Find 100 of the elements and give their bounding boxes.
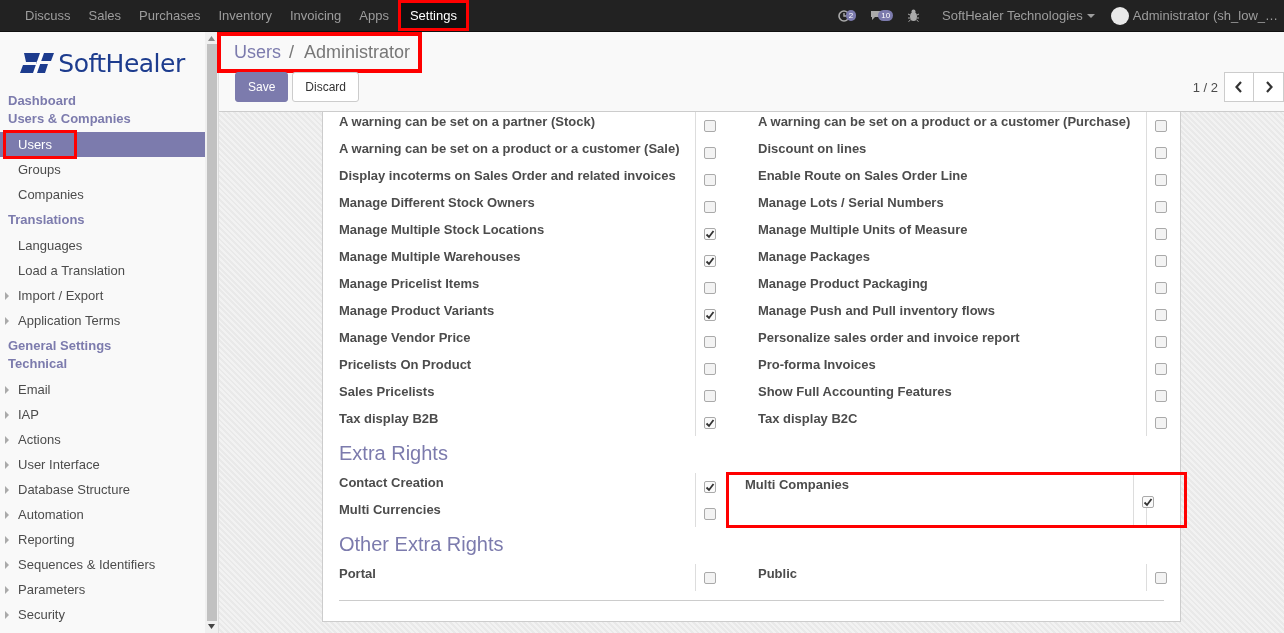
menu-item[interactable]: Settings [397, 0, 469, 31]
sidebar-item[interactable]: Companies [0, 182, 205, 207]
checkbox[interactable] [1155, 119, 1167, 132]
sidebar-item[interactable]: Email [0, 377, 205, 402]
expand-triangle-icon [5, 386, 9, 394]
option-label: Pricelists On Product [339, 357, 472, 372]
checkbox[interactable] [1155, 416, 1167, 429]
expand-triangle-icon [5, 461, 9, 469]
checkbox[interactable] [704, 173, 716, 186]
checkbox[interactable] [1155, 173, 1167, 186]
checkbox[interactable] [704, 281, 716, 294]
option-label: Contact Creation [339, 475, 444, 490]
sidebar-heading[interactable]: Users & Companies [0, 110, 205, 128]
checkbox[interactable] [704, 507, 716, 520]
sidebar-heading[interactable]: Translations [0, 211, 205, 229]
sidebar-item[interactable]: Database Structure [0, 477, 205, 502]
company-switcher[interactable]: SoftHealer Technologies [942, 8, 1095, 23]
checkbox[interactable] [1155, 335, 1167, 348]
option-label: Pro-forma Invoices [758, 357, 876, 372]
pager-value: 1 / 2 [1192, 79, 1218, 95]
checkbox[interactable] [1155, 389, 1167, 402]
section-title: Extra Rights [339, 442, 449, 465]
menu-item[interactable]: Sales [79, 0, 131, 31]
option-label: Manage Multiple Stock Locations [339, 222, 545, 237]
option-label: Multi Companies [745, 477, 849, 492]
expand-triangle-icon [5, 586, 9, 594]
sidebar-item[interactable]: IAP [0, 402, 205, 427]
checkbox[interactable] [704, 119, 716, 132]
checkbox[interactable] [704, 335, 716, 348]
checkbox[interactable] [704, 389, 716, 402]
sidebar-heading[interactable]: Technical [0, 355, 205, 373]
option-label: Public [758, 566, 797, 581]
checkbox[interactable] [704, 571, 716, 584]
sidebar-item[interactable]: Security [0, 602, 205, 627]
logo-text: SoftHealer [58, 48, 185, 78]
checkbox[interactable] [704, 200, 716, 213]
sidebar-item[interactable]: Sequences & Identifiers [0, 552, 205, 577]
checkbox[interactable] [1155, 281, 1167, 294]
checkbox[interactable] [704, 146, 716, 159]
option-label: A warning can be set on a product or a customer (Purchase) [758, 114, 1131, 129]
checkbox[interactable] [1142, 496, 1154, 508]
previous-button[interactable] [1224, 72, 1254, 102]
checkbox[interactable] [704, 480, 716, 493]
sidebar-item[interactable]: Users [0, 132, 205, 157]
sidebar-item[interactable]: User Interface [0, 452, 205, 477]
option-label: Manage Different Stock Owners [339, 195, 535, 210]
next-button[interactable] [1254, 72, 1284, 102]
scrollbar[interactable] [205, 32, 218, 633]
discard-button[interactable]: Discard [292, 72, 360, 102]
expand-triangle-icon [5, 411, 9, 419]
scroll-down-icon[interactable] [208, 624, 215, 629]
option-label: Manage Multiple Warehouses [339, 249, 521, 264]
checkbox[interactable] [704, 254, 716, 267]
checkbox[interactable] [704, 416, 716, 429]
bug-icon[interactable] [907, 9, 921, 22]
option-label: Multi Currencies [339, 502, 441, 517]
expand-triangle-icon [5, 436, 9, 444]
sidebar-item[interactable]: Languages [0, 233, 205, 258]
checkbox[interactable] [1155, 571, 1167, 584]
checkbox[interactable] [1155, 362, 1167, 375]
option-label: Discount on lines [758, 141, 867, 156]
menu-item[interactable]: Apps [350, 0, 398, 31]
sidebar-item[interactable]: Groups [0, 157, 205, 182]
option-label: Manage Multiple Units of Measure [758, 222, 968, 237]
chevron-right-icon [1264, 81, 1273, 93]
sidebar-item[interactable]: Import / Export [0, 283, 205, 308]
option-label: Sales Pricelists [339, 384, 435, 399]
breadcrumb-link[interactable]: Users [234, 42, 281, 63]
checkbox[interactable] [1155, 254, 1167, 267]
option-label: Manage Push and Pull inventory flows [758, 303, 995, 318]
breadcrumb-separator: / [289, 42, 295, 63]
sidebar-heading[interactable]: General Settings [0, 337, 205, 355]
sidebar-item[interactable]: Load a Translation [0, 258, 205, 283]
checkbox[interactable] [1155, 200, 1167, 213]
menu-item[interactable]: Invoicing [280, 0, 351, 31]
sidebar-item[interactable]: Actions [0, 427, 205, 452]
sidebar-item[interactable]: Parameters [0, 577, 205, 602]
checkbox[interactable] [1155, 308, 1167, 321]
sidebar-item[interactable]: Application Terms [0, 308, 205, 333]
save-button[interactable]: Save [235, 72, 289, 102]
option-label: Tax display B2B [339, 411, 439, 426]
menu-item[interactable]: Purchases [130, 0, 210, 31]
sidebar-item[interactable]: Automation [0, 502, 205, 527]
menu-item[interactable]: Inventory [209, 0, 281, 31]
checkbox[interactable] [1155, 146, 1167, 159]
checkbox[interactable] [704, 362, 716, 375]
option-label: Personalize sales order and invoice report [758, 330, 1020, 345]
option-label: A warning can be set on a partner (Stock) [339, 114, 595, 129]
user-menu[interactable]: Administrator (sh_low_… [1110, 6, 1278, 25]
sidebar-item[interactable]: Reporting [0, 527, 205, 552]
option-label: Manage Product Variants [339, 303, 495, 318]
checkbox[interactable] [1155, 227, 1167, 240]
checkbox[interactable] [704, 227, 716, 240]
checkbox[interactable] [704, 308, 716, 321]
option-label: A warning can be set on a product or a customer (Sale) [339, 141, 680, 156]
expand-triangle-icon [5, 292, 9, 300]
expand-triangle-icon [5, 561, 9, 569]
menu-item[interactable]: Discuss [16, 0, 80, 31]
scroll-up-icon[interactable] [208, 36, 215, 41]
sidebar-heading[interactable]: Dashboard [0, 92, 205, 110]
